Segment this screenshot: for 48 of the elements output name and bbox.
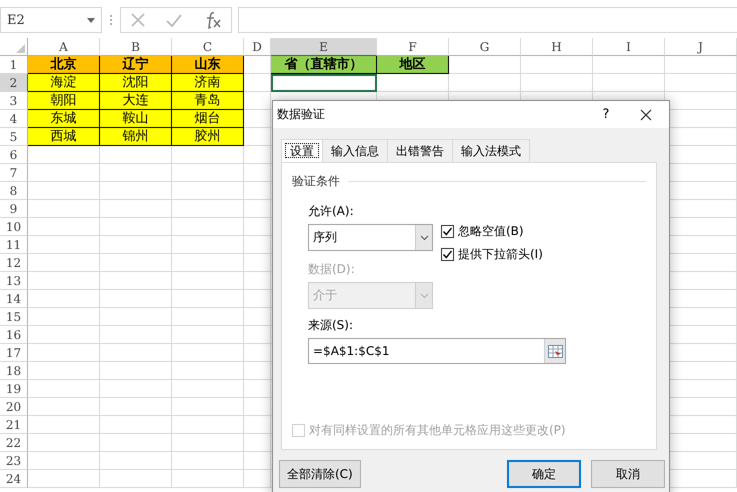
table-cell: 济南 [172,74,244,92]
table-cell: 朝阳 [28,92,100,110]
checkbox[interactable] [441,248,454,261]
table-cell: 胶州 [172,128,244,146]
help-button[interactable]: ? [589,107,623,122]
table-cell: 辽宁 [100,56,172,74]
column-header[interactable]: E [271,38,377,56]
table-cell: 东城 [28,110,100,128]
checkbox-label: 对有同样设置的所有其他单元格应用这些更改(P) [309,422,566,439]
table-cell: 西城 [28,128,100,146]
dialog-button[interactable]: 全部清除(C) [279,460,361,488]
dialog-button[interactable]: 确定 [506,460,581,488]
dropdown-icon [87,18,95,22]
section-label: 验证条件 [292,173,340,190]
range-select-icon[interactable] [544,339,565,363]
selected-cell[interactable] [271,74,377,92]
grip-icon [108,13,114,27]
allow-dropdown[interactable]: 序列 [308,224,433,251]
field-label: 来源(S): [308,317,354,334]
field-label: 数据(D): [308,261,356,278]
table-cell: 烟台 [172,110,244,128]
tab[interactable]: 输入法模式 [452,139,530,162]
table-cell: 地区 [377,56,449,74]
checkbox-label: 提供下拉箭头(I) [458,246,543,263]
name-box[interactable]: E2 [0,7,102,33]
checkbox-label: 忽略空值(B) [458,223,524,240]
caret-icon [420,292,428,298]
check-icon[interactable] [164,12,183,28]
cancel-icon[interactable] [130,12,146,28]
table-cell: 大连 [100,92,172,110]
table-cell: 沈阳 [100,74,172,92]
tab[interactable]: 设置 [281,139,323,162]
table-cell: 山东 [172,56,244,74]
table-cell: 鞍山 [100,110,172,128]
caret-icon [420,234,428,240]
checkbox[interactable] [441,225,454,238]
field-label: 允许(A): [308,203,355,220]
table-cell: 省（直辖市） [271,56,377,74]
table-cell: 北京 [28,56,100,74]
source-field[interactable]: =$A$1:$C$1 [308,338,566,364]
table-cell: 海淀 [28,74,100,92]
row-header[interactable]: 2 [0,74,28,92]
dialog-button[interactable]: 取消 [590,460,665,488]
dialog-title: 数据验证 [277,106,326,123]
table-cell: 锦州 [100,128,172,146]
close-icon [640,108,652,120]
table-cell: 青岛 [172,92,244,110]
formula-field[interactable] [238,7,737,33]
